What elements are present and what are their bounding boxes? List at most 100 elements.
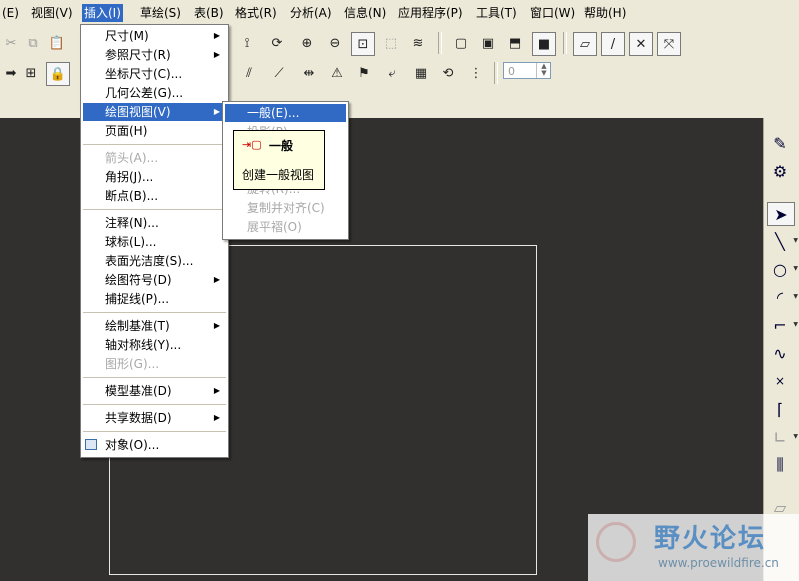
- menu-format[interactable]: 格式(R): [233, 4, 279, 22]
- menu-item-reference-dimension[interactable]: 参照尺寸(R) ▶: [83, 46, 226, 64]
- menu-item-label: 绘图符号(D): [105, 273, 172, 287]
- note-icon[interactable]: ⚠: [326, 62, 348, 84]
- insert-menu: 尺寸(M) ▶ 参照尺寸(R) ▶ 坐标尺寸(C)... 几何公差(G)... 绘图…: [80, 24, 229, 458]
- menu-separator: [83, 404, 226, 405]
- menu-view[interactable]: 视图(V): [29, 4, 75, 22]
- submenu-arrow-icon: ▶: [213, 31, 220, 40]
- hidden-line-icon[interactable]: ▣: [477, 32, 499, 54]
- general-view-icon: ⇥▢: [242, 138, 262, 151]
- menu-item-note[interactable]: 注释(N)...: [83, 214, 226, 232]
- datum-display-icon[interactable]: ⟟: [236, 32, 258, 54]
- circle-icon[interactable]: ○ ▼: [767, 258, 798, 280]
- arc-icon[interactable]: ◜ ▼: [767, 286, 798, 308]
- menu-item-page[interactable]: 页面(H): [83, 122, 226, 140]
- menu-analysis[interactable]: 分析(A): [288, 4, 334, 22]
- submenu-arrow-icon: ▶: [213, 107, 220, 116]
- submenu-item-general[interactable]: 一般(E)...: [225, 104, 346, 122]
- menu-item-geometric-tolerance[interactable]: 几何公差(G)...: [83, 84, 226, 102]
- edit-hatch-icon[interactable]: ⟋: [268, 62, 290, 84]
- menu-help[interactable]: 帮助(H): [582, 4, 628, 22]
- menu-separator: [83, 312, 226, 313]
- hatch-icon[interactable]: ⫽: [238, 62, 260, 84]
- menu-edit[interactable]: (E): [0, 4, 21, 22]
- repaint-icon[interactable]: ⟳: [266, 32, 288, 54]
- menu-window[interactable]: 窗口(W): [528, 4, 577, 22]
- chamfer-icon[interactable]: ⌈: [767, 398, 793, 420]
- tooltip-description: 创建一般视图: [242, 168, 315, 182]
- menu-item-balloon[interactable]: 球标(L)...: [83, 233, 226, 251]
- menu-item-dimension[interactable]: 尺寸(M) ▶: [83, 27, 226, 45]
- menu-item-axis-of-symmetry[interactable]: 轴对称线(Y)...: [83, 336, 226, 354]
- fillet-icon[interactable]: ⌐ ▼: [767, 314, 798, 336]
- zoom-out-icon[interactable]: ⊖: [324, 32, 346, 54]
- menu-item-ordinate-dimension[interactable]: 坐标尺寸(C)...: [83, 65, 226, 83]
- number-spinner[interactable]: ▲ ▼: [536, 63, 551, 78]
- layers-icon[interactable]: ≋: [407, 32, 429, 54]
- menu-item-break[interactable]: 断点(B)...: [83, 187, 226, 205]
- sketch-tools-icon[interactable]: ✎: [767, 132, 793, 154]
- menu-sketch[interactable]: 草绘(S): [138, 4, 183, 22]
- menu-item-drawing-view[interactable]: 绘图视图(V) ▶: [83, 103, 226, 121]
- menu-item-label: 绘制基准(T): [105, 319, 170, 333]
- update-table-icon[interactable]: ⟲: [437, 62, 459, 84]
- menu-item-object[interactable]: 对象(O)...: [83, 436, 226, 454]
- repeat-region-icon[interactable]: ⋮: [465, 62, 487, 84]
- cut-icon[interactable]: ✂: [0, 32, 22, 54]
- submenu-arrow-icon: ▶: [213, 275, 220, 284]
- datum-points-icon[interactable]: ✕: [629, 32, 653, 56]
- point-icon[interactable]: ×: [767, 370, 793, 392]
- menu-item-draft-datum[interactable]: 绘制基准(T) ▶: [83, 317, 226, 335]
- menu-item-label: 对象(O)...: [105, 438, 160, 452]
- shading-icon[interactable]: ■: [532, 32, 556, 56]
- watermark: 野火论坛 www.proewildfire.cn: [588, 514, 799, 581]
- menu-item-arrow[interactable]: 箭头(A)...: [83, 149, 226, 167]
- menu-item-drawing-symbol[interactable]: 绘图符号(D) ▶: [83, 271, 226, 289]
- show-annotations-icon[interactable]: ➡: [0, 62, 22, 84]
- menu-separator: [83, 209, 226, 210]
- toolbar-separator: [563, 32, 567, 54]
- submenu-arrow-icon: ▶: [213, 50, 220, 59]
- menu-item-jog[interactable]: 角拐(J)...: [83, 168, 226, 186]
- menu-separator: [83, 144, 226, 145]
- submenu-item-flatten-ply[interactable]: 展平褶(O): [225, 218, 346, 236]
- right-toolbar: ✎ ⚙ ➤ ╲ ▼ ○ ▼ ◜ ▼ ⌐ ▼ ∿ × ⌈ ∟ ▼ ⫼ ▱: [763, 118, 799, 581]
- watermark-logo-icon: [596, 522, 636, 562]
- menu-tools[interactable]: 工具(T): [474, 4, 519, 22]
- zoom-in-icon[interactable]: ⊕: [296, 32, 318, 54]
- menu-item-shared-data[interactable]: 共享数据(D) ▶: [83, 409, 226, 427]
- dimension-icon[interactable]: ⇹: [298, 62, 320, 84]
- paste-icon[interactable]: 📋: [46, 32, 68, 54]
- refit-icon[interactable]: ⊡: [351, 32, 375, 56]
- menu-item-label: 共享数据(D): [105, 411, 172, 425]
- datum-csys-icon[interactable]: ⤧: [657, 32, 681, 56]
- sketch-preferences-icon[interactable]: ⚙: [767, 160, 793, 182]
- wireframe-icon[interactable]: ▢: [450, 32, 472, 54]
- menu-item-surface-finish[interactable]: 表面光洁度(S)...: [83, 252, 226, 270]
- view-manager-icon[interactable]: ⬚: [380, 32, 402, 54]
- no-hidden-icon[interactable]: ⬒: [504, 32, 526, 54]
- submenu-item-copy-align[interactable]: 复制并对齐(C): [225, 199, 346, 217]
- table-icon[interactable]: ▦: [410, 62, 432, 84]
- spline-icon[interactable]: ∿: [767, 342, 793, 364]
- move-icon[interactable]: ⤶: [381, 62, 403, 84]
- menu-applications[interactable]: 应用程序(P): [396, 4, 465, 22]
- symbol-icon[interactable]: ⚑: [353, 62, 375, 84]
- menu-table[interactable]: 表(B): [192, 4, 226, 22]
- menu-item-graph[interactable]: 图形(G)...: [83, 355, 226, 373]
- menu-item-snap-line[interactable]: 捕捉线(P)...: [83, 290, 226, 308]
- datum-planes-icon[interactable]: ▱: [573, 32, 597, 56]
- mirror-icon[interactable]: ⫼: [767, 454, 793, 476]
- menu-item-model-datum[interactable]: 模型基准(D) ▶: [83, 382, 226, 400]
- menu-insert[interactable]: 插入(I): [82, 4, 123, 22]
- datum-axes-icon[interactable]: /: [601, 32, 625, 56]
- menu-item-label: 绘图视图(V): [105, 105, 171, 119]
- lock-view-icon[interactable]: 🔒: [46, 62, 70, 86]
- offset-icon[interactable]: ∟ ▼: [767, 426, 798, 448]
- menu-info[interactable]: 信息(N): [342, 4, 388, 22]
- insert-view-icon[interactable]: ⊞: [20, 62, 42, 84]
- line-icon[interactable]: ╲ ▼: [767, 230, 798, 252]
- copy-icon[interactable]: ⧉: [22, 32, 44, 54]
- submenu-arrow-icon: ▶: [213, 413, 220, 422]
- select-arrow-icon[interactable]: ➤: [767, 202, 795, 226]
- menu-item-label: 尺寸(M): [105, 29, 149, 43]
